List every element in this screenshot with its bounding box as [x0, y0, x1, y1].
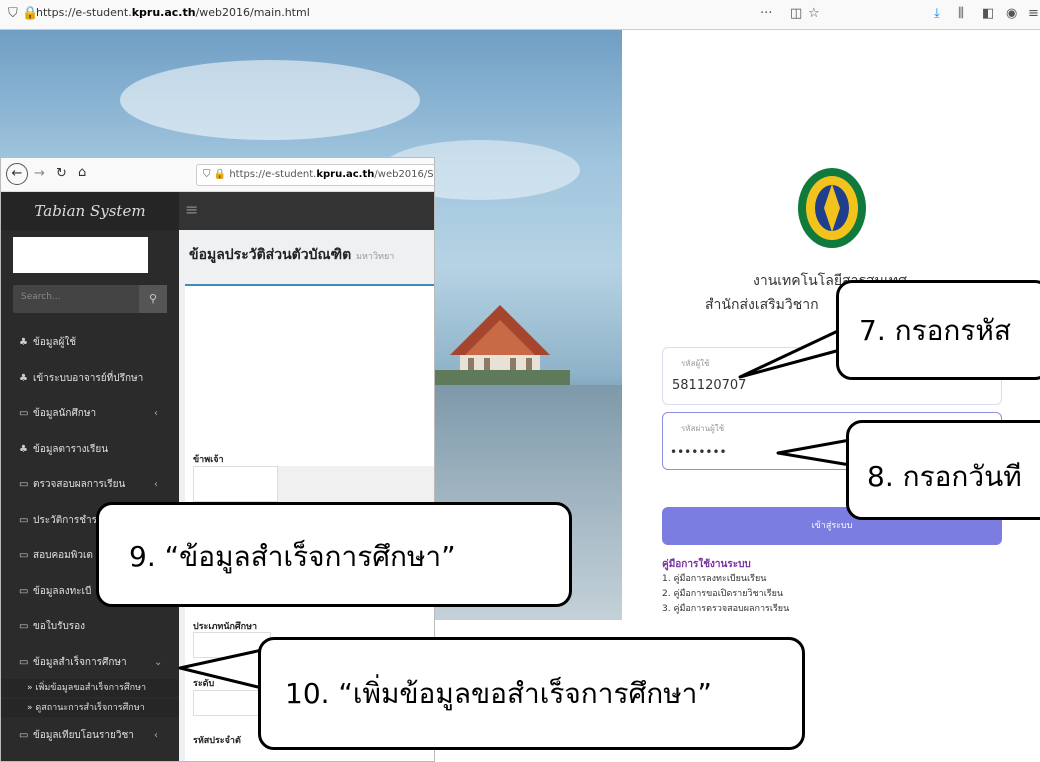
chevron-icon[interactable]: ‹ — [154, 470, 158, 500]
manual-item[interactable]: 1. คู่มือการลงทะเบียนเรียน — [662, 572, 862, 587]
star-icon[interactable]: ☆ — [808, 6, 820, 21]
sidebar-item[interactable]: ♣ ข้อมูลตารางเรียน — [1, 435, 179, 465]
back-browser-toolbar: ⛉ 🔒 https://e-student.kpru.ac.th/web2016… — [0, 0, 1040, 30]
monitor-icon: ▭ — [19, 757, 33, 762]
field-label: รหัสประจำตั — [193, 736, 241, 746]
sidebar-item-label: ตรวจสอบผลการเรียน — [33, 479, 126, 490]
sidebar-item[interactable]: ▭ ขอใบรับรอง — [1, 612, 179, 642]
password-value[interactable]: •••••••• — [670, 445, 727, 459]
field-label: ระดับ — [193, 679, 215, 689]
shield-icon[interactable]: ⛉ — [8, 6, 18, 21]
brand-logo[interactable]: Tabian System — [1, 192, 179, 230]
username-value[interactable]: 581120707 — [672, 378, 746, 393]
front-browser-toolbar: ← → ↻ ⌂ ⛉ 🔒 https://e-student.kpru.ac.th… — [1, 158, 434, 192]
back-url[interactable]: https://e-student.kpru.ac.th/web2016/mai… — [36, 6, 310, 19]
chevron-icon[interactable]: ⌄ — [154, 648, 162, 678]
chevron-icon[interactable]: ‹ — [154, 399, 158, 429]
shield-icon: ⛉ — [203, 169, 214, 180]
manual-section: คู่มือการใช้งานระบบ 1. คู่มือการลงทะเบีย… — [662, 557, 862, 617]
monitor-icon: ▭ — [19, 621, 29, 632]
sidebar-item-label: ข้อมูลนักศึกษา — [33, 408, 97, 419]
sidebar-subitem[interactable]: » ดูสถานะการสำเร็จการศึกษา — [1, 699, 179, 717]
pocket-icon[interactable]: ◫ — [790, 6, 802, 21]
sidebar-item-label: ข้อมูลตารางเรียน — [33, 443, 109, 455]
monitor-icon: ▭ — [19, 479, 29, 490]
monitor-icon: ▭ — [19, 550, 29, 561]
callout-9: 9. “ข้อมูลสำเร็จการศึกษา” — [96, 502, 572, 607]
account-icon[interactable]: ◉ — [1006, 6, 1017, 21]
back-arrow-icon[interactable]: ← — [6, 163, 28, 185]
monitor-icon: ▭ — [19, 585, 29, 597]
hamburger-icon[interactable]: ≡ — [185, 200, 198, 219]
page-title: ข้อมูลประวัติส่วนตัวบัณฑิต มหาวิทยา — [189, 247, 395, 263]
users-icon: ♣ — [19, 372, 28, 384]
user-box — [13, 237, 148, 273]
sidebar-item-label: ข้อมูลสำเร็จการศึกษา — [33, 656, 127, 668]
pavilion-building — [430, 305, 570, 385]
callout-7: 7. กรอกรหัส — [836, 280, 1040, 380]
sidebar-item-label: เข้าระบบอาจารย์ที่ปรึกษา — [33, 372, 144, 384]
chevron-icon[interactable]: ‹ — [154, 757, 158, 762]
manual-item[interactable]: 3. คู่มือการตรวจสอบผลการเรียน — [662, 602, 862, 617]
forward-arrow-icon[interactable]: → — [34, 166, 45, 181]
username-label: รหัสผู้ใช้ — [681, 359, 710, 368]
sidebar-item-label: ข้อมูลลงทะเบี — [33, 585, 92, 597]
search-placeholder: Search... — [21, 292, 61, 302]
manual-item[interactable]: 2. คู่มือการขอเปิดรายวิชาเรียน — [662, 587, 862, 602]
search-icon[interactable]: ⚲ — [139, 285, 167, 313]
org-line2: สำนักส่งเสริมวิชาก — [705, 297, 819, 313]
sidebar-item[interactable]: ♣ เข้าระบบอาจารย์ที่ปรึกษา — [1, 364, 179, 394]
monitor-icon: ▭ — [19, 730, 29, 741]
monitor-icon: ▭ — [19, 514, 29, 526]
password-label: รหัสผ่านผู้ใช้ — [681, 424, 725, 433]
search-input[interactable]: Search... ⚲ — [13, 285, 167, 313]
top-navbar: ≡ — [179, 192, 434, 230]
sidebar-item-label: สอบคอมพิวเต — [33, 550, 93, 561]
sidebar-item[interactable]: ▭ ข้อมูลเทียบโอนรายวิชา ‹ — [1, 721, 179, 751]
menu-dots-icon[interactable]: ··· — [760, 6, 772, 21]
home-icon[interactable]: ⌂ — [78, 165, 86, 180]
chevron-icon[interactable]: ‹ — [154, 721, 158, 751]
sidebar-item-label: ประวัติการชำระ — [33, 514, 103, 526]
sidebar-item-label: ข้อมูลผู้ใช้ — [33, 337, 77, 348]
reload-icon[interactable]: ↻ — [56, 166, 67, 181]
users-icon: ♣ — [19, 443, 28, 455]
monitor-icon: ▭ — [19, 408, 29, 419]
screenshot-stage: ⛉ 🔒 https://e-student.kpru.ac.th/web2016… — [0, 0, 1040, 762]
callout-8: 8. กรอกวันที — [846, 420, 1040, 520]
lock-icon: 🔒 — [213, 169, 230, 180]
sidebar-item[interactable]: ▭ ตรวจสอบผลการเรียน ‹ — [1, 470, 179, 500]
university-logo — [798, 168, 866, 248]
library-icon[interactable]: ⫼ — [958, 6, 964, 21]
sidebar-item[interactable]: ▭ ข้อมูลนักศึกษา ‹ — [1, 399, 179, 429]
manual-title: คู่มือการใช้งานระบบ — [662, 559, 751, 570]
sidebar-item-label: ขอใบรับรอง — [33, 621, 86, 632]
monitor-icon: ▭ — [19, 656, 29, 668]
sidebar-item[interactable]: ♣ ข้อมูลผู้ใช้ — [1, 328, 179, 358]
name-input[interactable] — [278, 466, 434, 502]
prefix-select[interactable] — [193, 466, 278, 502]
callout-10: 10. “เพิ่มข้อมูลขอสำเร็จการศึกษา” — [258, 637, 805, 750]
sidebar-subitem[interactable]: » เพิ่มข้อมูลขอสำเร็จการศึกษา — [1, 679, 179, 697]
sidebar-icon[interactable]: ◧ — [982, 6, 994, 21]
users-icon: ♣ — [19, 337, 28, 348]
field-label: ข้าพเจ้า — [193, 455, 224, 465]
sidebar: Tabian System Search... ⚲ ♣ ข้อมูลผู้ใช้ ♣… — [1, 192, 179, 762]
sidebar-item[interactable]: ▭ข้อมูลการยืมคืนหนังสือ‹ — [1, 757, 179, 762]
front-url[interactable]: ⛉ 🔒 https://e-student.kpru.ac.th/web2016… — [196, 164, 434, 186]
field-label: ประเภทนักศึกษา — [193, 622, 258, 632]
sidebar-item-label: ข้อมูลเทียบโอนรายวิชา — [33, 730, 134, 741]
hamburger-icon[interactable]: ≡ — [1028, 6, 1039, 21]
cloud — [120, 60, 420, 140]
download-icon[interactable]: ⤓ — [934, 6, 940, 21]
sidebar-item[interactable]: ▭ ข้อมูลสำเร็จการศึกษา ⌄ — [1, 648, 179, 678]
